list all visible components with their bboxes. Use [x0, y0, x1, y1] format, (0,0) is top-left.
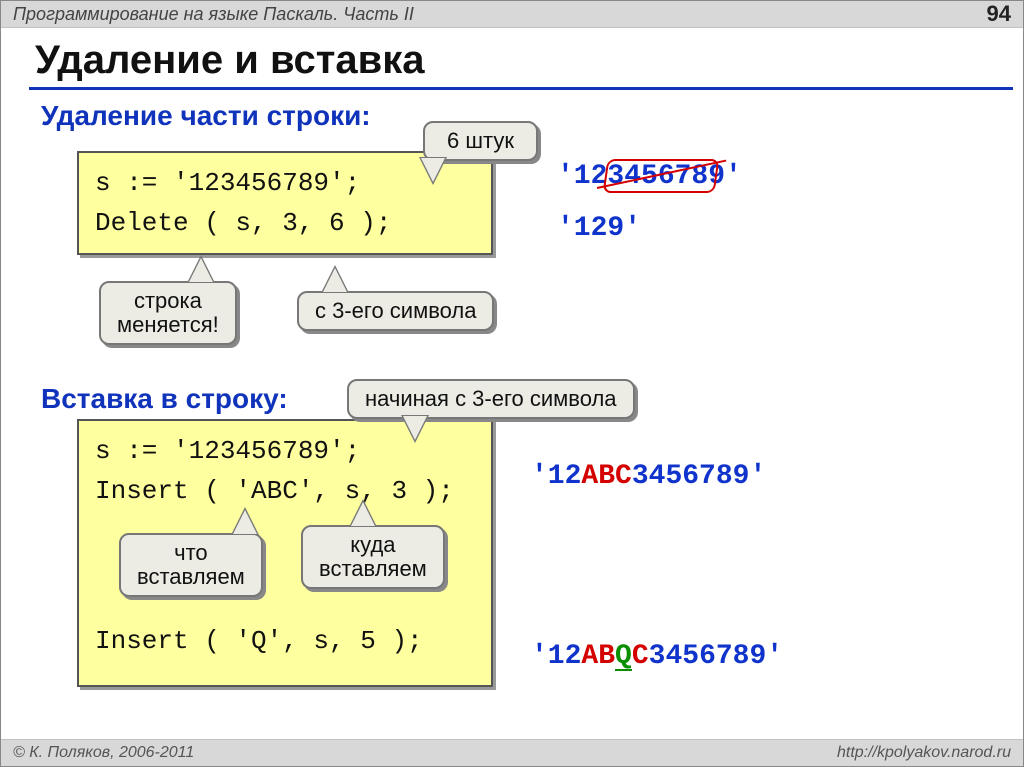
callout-start-third: начиная с 3-его символа: [347, 379, 635, 419]
callout-tail: [231, 507, 259, 535]
result-segment-inserted: AB: [581, 641, 615, 672]
callout-count: 6 штук: [423, 121, 538, 161]
callout-tail: [187, 255, 215, 283]
callout-tail: [321, 265, 349, 293]
result-segment: 3456789': [632, 461, 766, 492]
code-line: s := '123456789';: [95, 163, 475, 203]
callout-text: 6 штук: [447, 128, 514, 153]
code-line: Delete ( s, 3, 6 );: [95, 203, 475, 243]
callout-from-third: с 3-его символа: [297, 291, 494, 331]
code-line: Insert ( 'ABC', s, 3 );: [95, 471, 475, 511]
result-segment: 3456789': [649, 641, 783, 672]
result-segment: '12: [531, 461, 581, 492]
callout-tail: [401, 415, 429, 443]
callout-text: меняется!: [117, 313, 219, 337]
callout-where-insert: куда вставляем: [301, 525, 445, 589]
title-rule: [29, 87, 1013, 90]
callout-tail: [419, 157, 447, 185]
footer-url: http://kpolyakov.narod.ru: [837, 740, 1011, 766]
callout-text: вставляем: [137, 565, 245, 589]
copyright: © К. Поляков, 2006-2011: [13, 740, 194, 766]
result-insert-2: '12ABQC3456789': [531, 641, 783, 672]
callout-text: вставляем: [319, 557, 427, 581]
result-segment-inserted: C: [632, 641, 649, 672]
callout-text: строка: [117, 289, 219, 313]
callout-string-changes: строка меняется!: [99, 281, 237, 345]
callout-text: куда: [319, 533, 427, 557]
callout-text: с 3-его символа: [315, 298, 476, 323]
result-segment-inserted: ABC: [581, 461, 631, 492]
callout-what-insert: что вставляем: [119, 533, 263, 597]
doc-title: Программирование на языке Паскаль. Часть…: [13, 1, 414, 27]
header-bar: Программирование на языке Паскаль. Часть…: [1, 1, 1023, 28]
callout-text: что: [137, 541, 245, 565]
result-segment-inserted-q: Q: [615, 645, 632, 671]
result-segment: '12: [531, 641, 581, 672]
section-insert-title: Вставка в строку:: [41, 383, 288, 415]
callout-tail: [349, 499, 377, 527]
page-number: 94: [987, 1, 1011, 27]
code-line: Insert ( 'Q', s, 5 );: [95, 621, 475, 661]
result-delete-after: '129': [557, 213, 641, 244]
result-insert-1: '12ABC3456789': [531, 461, 766, 492]
slide-title: Удаление и вставка: [35, 38, 1023, 83]
callout-text: начиная с 3-его символа: [365, 386, 617, 411]
footer-bar: © К. Поляков, 2006-2011 http://kpolyakov…: [1, 739, 1023, 766]
